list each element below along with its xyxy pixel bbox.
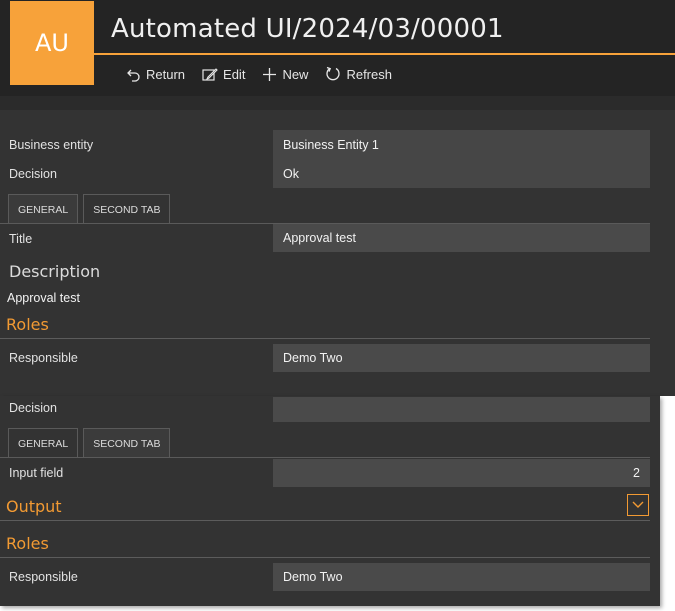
tab-second-2-label: SECOND TAB [93, 437, 161, 450]
refresh-icon [326, 66, 341, 81]
output-heading: Output [6, 497, 62, 516]
plus-icon [263, 67, 277, 81]
new-label: New [282, 66, 309, 82]
decision-label: Decision [9, 167, 57, 181]
responsible-field[interactable]: Demo Two [273, 344, 650, 372]
tab-second[interactable]: SECOND TAB [83, 194, 171, 224]
header-separator [0, 96, 675, 110]
title-label: Title [9, 232, 33, 246]
new-button[interactable]: New [262, 66, 308, 82]
return-button[interactable]: Return [126, 66, 185, 82]
responsible-field-2[interactable]: Demo Two [273, 563, 650, 591]
description-heading: Description [9, 262, 101, 281]
tab-strip-2: GENERAL SECOND TAB [8, 428, 171, 458]
edit-icon [202, 67, 218, 81]
edit-button[interactable]: Edit [202, 66, 245, 82]
output-divider [0, 520, 650, 521]
roles-heading: Roles [6, 315, 49, 334]
page-title: Automated UI/2024/03/00001 [111, 14, 504, 44]
tab-general-label: GENERAL [18, 203, 69, 216]
header-accent-line [94, 53, 675, 55]
return-label: Return [146, 66, 186, 82]
app-logo: AU [10, 1, 94, 85]
tab-general-2-label: GENERAL [18, 437, 69, 450]
return-arrow-icon [127, 69, 140, 82]
roles-heading-2: Roles [6, 534, 49, 553]
tab-second-label: SECOND TAB [93, 203, 161, 216]
header: AU Automated UI/2024/03/00001 Return Edi… [0, 0, 675, 96]
description-text: Approval test [7, 291, 80, 305]
toolbar: Return Edit New Refresh [126, 66, 392, 82]
tab-general[interactable]: GENERAL [8, 194, 79, 224]
app-window: AU Automated UI/2024/03/00001 Return Edi… [0, 0, 675, 611]
input-field-label: Input field [9, 466, 64, 480]
decision-label-2: Decision [9, 401, 57, 415]
responsible-label-2: Responsible [9, 570, 78, 584]
roles-divider-2 [0, 557, 650, 558]
chevron-down-icon [632, 501, 644, 508]
business-entity-field[interactable]: Business Entity 1 [273, 130, 650, 159]
refresh-button[interactable]: Refresh [325, 66, 392, 82]
output-collapse-button[interactable] [627, 494, 649, 516]
decision-field-2[interactable] [273, 397, 650, 422]
tab-general-2[interactable]: GENERAL [8, 428, 79, 458]
title-field[interactable]: Approval test [273, 224, 650, 252]
input-field[interactable]: 2 [273, 459, 650, 487]
edit-label: Edit [223, 66, 246, 82]
decision-field[interactable]: Ok [273, 159, 650, 188]
business-entity-label: Business entity [9, 138, 94, 152]
tab-divider-2 [0, 457, 650, 458]
logo-text: AU [35, 29, 69, 57]
tab-strip: GENERAL SECOND TAB [8, 194, 171, 224]
responsible-label: Responsible [9, 351, 78, 365]
refresh-label: Refresh [346, 66, 392, 82]
tab-second-2[interactable]: SECOND TAB [83, 428, 171, 458]
roles-divider [0, 338, 650, 339]
